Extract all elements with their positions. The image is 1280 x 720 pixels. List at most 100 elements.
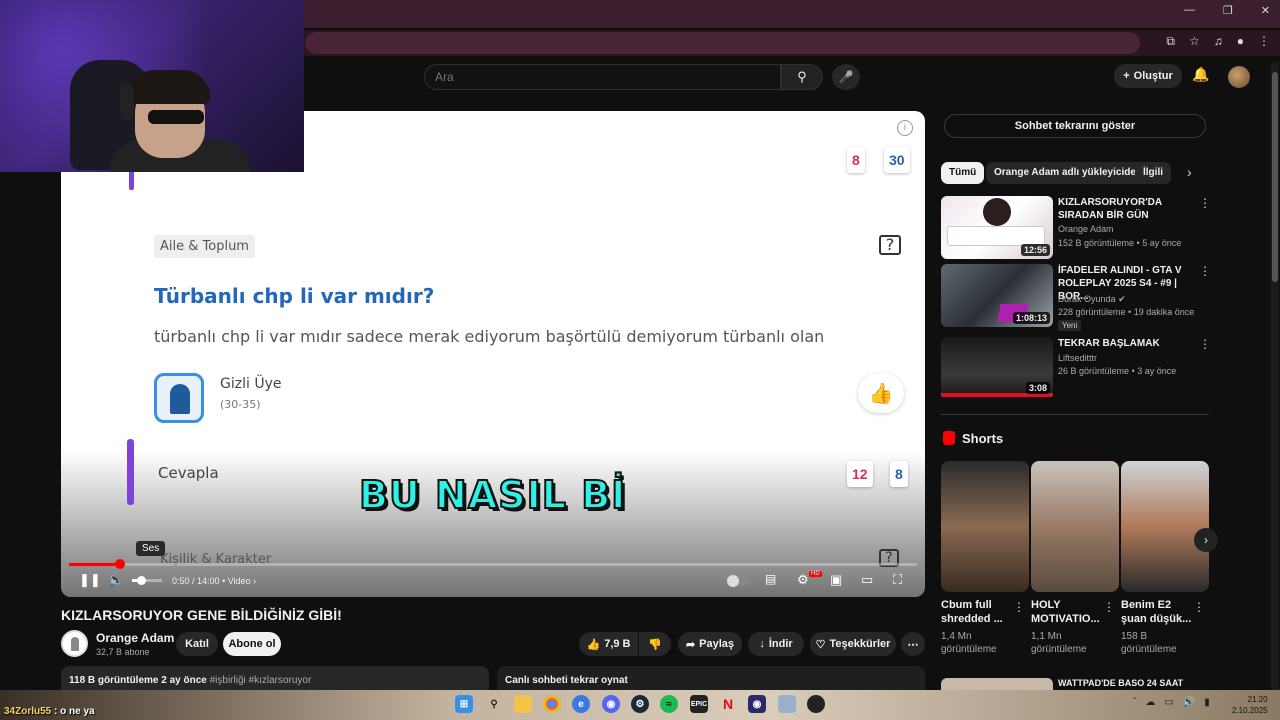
help-icon: ? bbox=[879, 235, 901, 255]
steam-icon[interactable]: ⚙ bbox=[631, 695, 649, 713]
media-controls-icon[interactable]: ♫ bbox=[1214, 34, 1223, 49]
search-icon[interactable]: ⚲ bbox=[485, 695, 503, 713]
recommended-video[interactable]: 3:08 TEKRAR BAŞLAMAK Liftseditttr 26 B g… bbox=[941, 337, 1211, 401]
speaker-icon[interactable]: 🔊 bbox=[1183, 697, 1195, 708]
chapter-label[interactable]: • Video bbox=[222, 576, 251, 586]
video-meta: 152 B görüntüleme • 5 ay önce bbox=[1058, 238, 1182, 248]
more-vertical-icon[interactable]: ⋮ bbox=[1103, 600, 1115, 614]
obs-icon[interactable] bbox=[807, 695, 825, 713]
shorts-next-button[interactable]: › bbox=[1194, 528, 1218, 552]
time-text: 0:50 / 14:00 bbox=[172, 576, 220, 586]
settings-button[interactable]: ⚙ bbox=[797, 572, 809, 588]
monitor-icon[interactable]: ▭ bbox=[1164, 697, 1173, 708]
category-tag: Aile & Toplum bbox=[154, 235, 255, 258]
description-header: 118 B görüntüleme 2 ay önce #işbirliği #… bbox=[69, 675, 311, 686]
more-vertical-icon[interactable]: ⋮ bbox=[1199, 196, 1211, 210]
recommended-video[interactable]: 1:08:13 İFADELER ALINDI - GTA V ROLEPLAY… bbox=[941, 264, 1211, 331]
video-thumbnail[interactable]: 12:56 bbox=[941, 196, 1053, 259]
address-bar[interactable] bbox=[305, 32, 1140, 54]
channel-name: Burak Oyunda ✔ bbox=[1058, 294, 1126, 304]
voice-search-button[interactable]: 🎤 bbox=[832, 64, 860, 90]
thanks-button[interactable]: ♡ Teşekkürler bbox=[810, 632, 896, 656]
fullscreen-icon: ⛶ bbox=[893, 572, 903, 587]
profile-icon[interactable]: ● bbox=[1237, 34, 1244, 49]
fullscreen-button[interactable]: ⛶ bbox=[893, 572, 902, 588]
short-thumbnail[interactable] bbox=[1121, 461, 1209, 592]
search-input[interactable] bbox=[424, 64, 781, 90]
like-button[interactable]: 👍 7,9 B bbox=[579, 632, 638, 656]
app-icon[interactable] bbox=[778, 695, 796, 713]
short-title[interactable]: Benim E2 şuan düşük... bbox=[1121, 598, 1199, 626]
share-label: Paylaş bbox=[699, 638, 735, 650]
edge-icon[interactable]: e bbox=[572, 695, 590, 713]
pause-button[interactable]: ❚❚ bbox=[79, 572, 101, 588]
subscribe-button[interactable]: Abone ol bbox=[223, 632, 281, 656]
chrome-icon[interactable] bbox=[543, 695, 561, 713]
video-thumbnail[interactable] bbox=[941, 678, 1053, 690]
short-thumbnail[interactable] bbox=[941, 461, 1029, 592]
shorts-heading: Shorts bbox=[962, 431, 1004, 446]
count-blue: 8 bbox=[890, 461, 908, 487]
progress-bar[interactable] bbox=[69, 563, 917, 566]
search-button[interactable]: ⚲ bbox=[781, 64, 823, 90]
subtitles-button[interactable]: ▤ bbox=[765, 572, 776, 586]
notifications-bell-icon[interactable]: 🔔 bbox=[1192, 66, 1209, 83]
restore-icon[interactable]: ❐ bbox=[1223, 4, 1233, 17]
install-app-icon[interactable]: ⧉ bbox=[1166, 34, 1175, 49]
channel-name[interactable]: Orange Adam bbox=[96, 631, 174, 645]
info-icon[interactable]: i bbox=[897, 120, 913, 136]
download-button[interactable]: ↓ İndir bbox=[748, 632, 804, 656]
chevron-right-icon[interactable]: › bbox=[1187, 164, 1192, 180]
chip-from-uploader[interactable]: Orange Adam adlı yükleyiciden bbox=[986, 162, 1151, 184]
more-actions-button[interactable]: ⋯ bbox=[901, 632, 925, 656]
video-player[interactable]: i 8 30 Aile & Toplum ? Türbanlı chp li v… bbox=[61, 111, 925, 597]
chevron-up-icon[interactable]: ˆ bbox=[1133, 697, 1136, 708]
more-vertical-icon[interactable]: ⋮ bbox=[1013, 600, 1025, 614]
account-avatar[interactable] bbox=[1228, 66, 1250, 88]
recommended-video[interactable]: 12:56 KIZLARSORUYOR'DA SIRADAN BİR GÜN O… bbox=[941, 196, 1211, 260]
close-icon[interactable]: ✕ bbox=[1261, 4, 1270, 17]
epic-games-icon[interactable]: EPIC bbox=[690, 695, 708, 713]
short-title[interactable]: HOLY MOTIVATIO... bbox=[1031, 598, 1109, 626]
autoplay-toggle[interactable] bbox=[727, 575, 749, 587]
short-thumbnail[interactable] bbox=[1031, 461, 1119, 592]
windows-start-icon[interactable]: ⊞ bbox=[455, 695, 473, 713]
dislike-button[interactable]: 👎 bbox=[639, 632, 671, 656]
more-vertical-icon[interactable]: ⋮ bbox=[1193, 600, 1205, 614]
user-name: Gizli Üye bbox=[220, 376, 282, 392]
video-thumbnail[interactable]: 3:08 bbox=[941, 337, 1053, 400]
theater-mode-button[interactable]: ▭ bbox=[861, 572, 873, 588]
minimize-icon[interactable]: — bbox=[1184, 4, 1195, 17]
chip-all[interactable]: Tümü bbox=[941, 162, 985, 184]
more-vertical-icon[interactable]: ⋮ bbox=[1199, 337, 1211, 351]
mute-button[interactable]: 🔈 bbox=[108, 572, 124, 588]
theater-icon: ▭ bbox=[861, 572, 874, 587]
page-scrollbar[interactable] bbox=[1271, 62, 1279, 692]
discord-icon[interactable]: ◉ bbox=[602, 695, 620, 713]
progress-scrubber[interactable] bbox=[114, 559, 125, 569]
browser-menu-icon[interactable]: ⋮ bbox=[1258, 34, 1270, 49]
short-title[interactable]: Cbum full shredded ... bbox=[941, 598, 1019, 626]
file-explorer-icon[interactable] bbox=[514, 695, 532, 713]
video-thumbnail[interactable]: 1:08:13 bbox=[941, 264, 1053, 327]
app-icon[interactable]: ◉ bbox=[748, 695, 766, 713]
spotify-icon[interactable]: ≈ bbox=[660, 695, 678, 713]
share-button[interactable]: ➦ Paylaş bbox=[678, 632, 742, 656]
live-chat-replay-label: Canlı sohbeti tekrar oynat bbox=[505, 675, 628, 686]
volume-slider-knob[interactable] bbox=[137, 576, 146, 585]
more-vertical-icon[interactable]: ⋮ bbox=[1199, 264, 1211, 278]
system-clock[interactable]: 21:20 2.10.2025 bbox=[1232, 694, 1268, 716]
battery-icon[interactable]: ▮ bbox=[1204, 697, 1210, 708]
cloud-icon[interactable]: ☁ bbox=[1145, 697, 1155, 708]
pause-icon: ❚❚ bbox=[79, 572, 101, 587]
miniplayer-button[interactable]: ▣ bbox=[830, 572, 842, 588]
create-button[interactable]: + Oluştur bbox=[1114, 64, 1182, 88]
show-chat-replay-button[interactable]: Sohbet tekrarını göster bbox=[944, 114, 1206, 138]
join-button[interactable]: Katıl bbox=[176, 632, 218, 656]
channel-avatar[interactable] bbox=[61, 630, 88, 657]
chip-related[interactable]: İlgili bbox=[1135, 162, 1171, 184]
netflix-icon[interactable]: N bbox=[719, 695, 737, 713]
hashtags[interactable]: #işbirliği #kızlarsoruyor bbox=[210, 675, 312, 686]
bookmark-star-icon[interactable]: ☆ bbox=[1189, 34, 1200, 49]
recommended-video[interactable]: WATTPAD'DE BASO 24 SAAT bbox=[941, 678, 1211, 690]
